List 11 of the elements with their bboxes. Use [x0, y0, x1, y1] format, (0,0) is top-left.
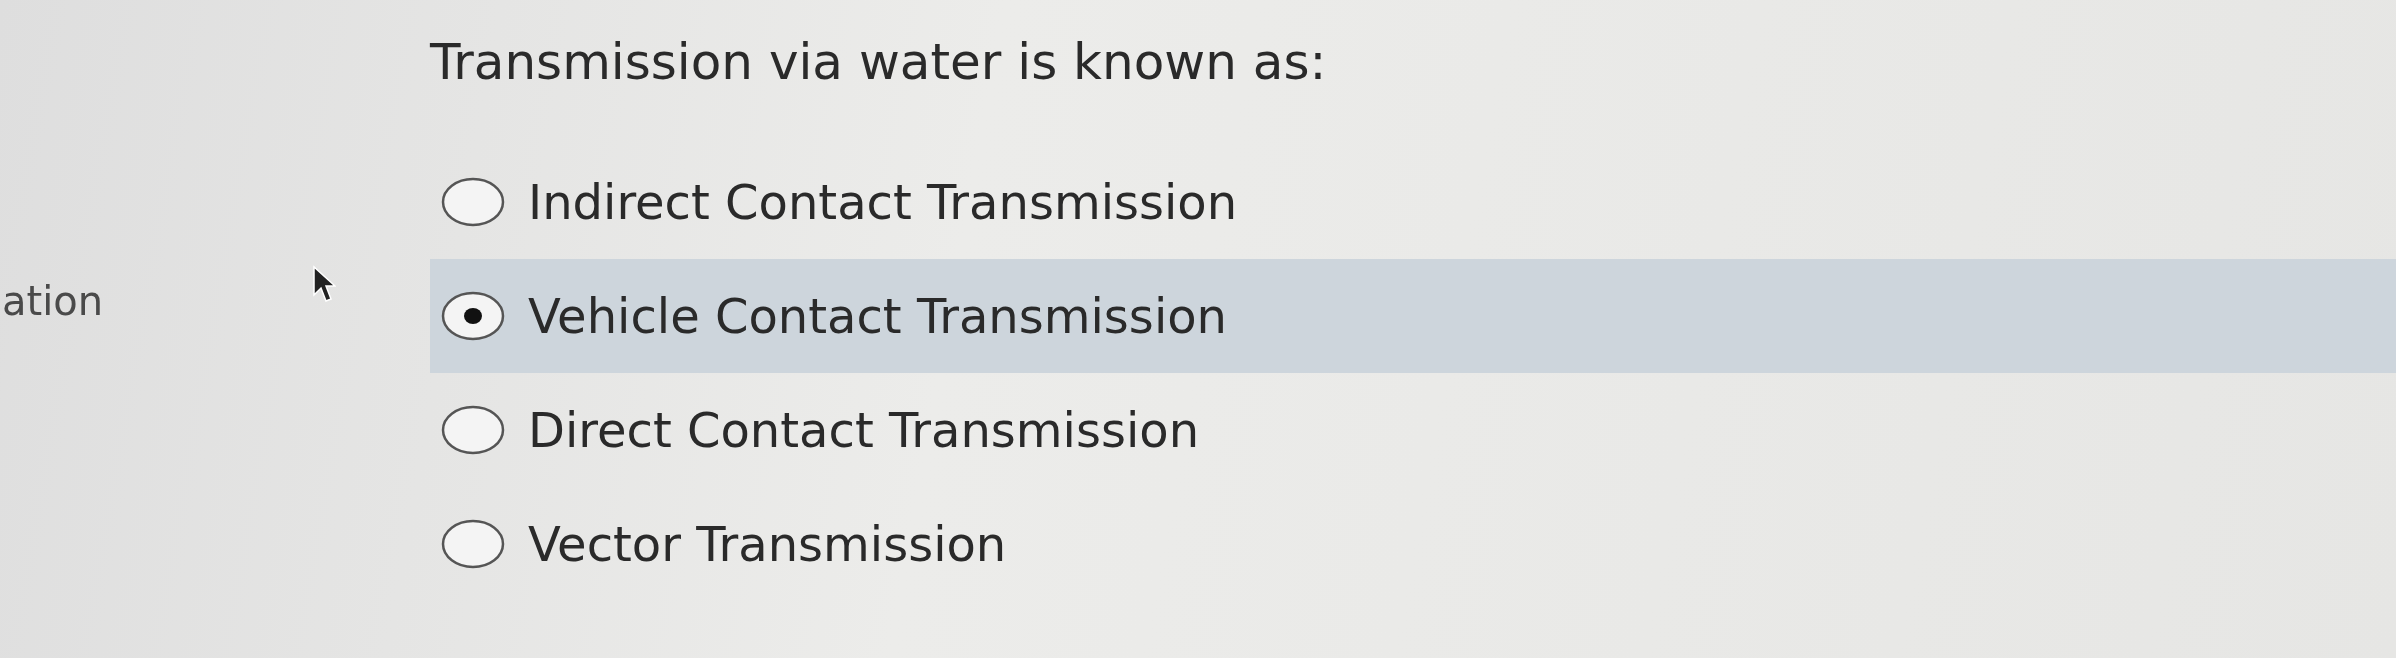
answer-option[interactable]: Vector Transmission	[430, 487, 2396, 601]
radio-button[interactable]	[440, 404, 506, 456]
cursor-icon	[312, 265, 336, 305]
answer-option[interactable]: Vehicle Contact Transmission	[430, 259, 2396, 373]
question-text: Transmission via water is known as:	[430, 32, 1327, 93]
radio-button[interactable]	[440, 176, 506, 228]
radio-button[interactable]	[440, 518, 506, 570]
radio-button[interactable]	[440, 290, 506, 342]
answer-option[interactable]: Indirect Contact Transmission	[430, 145, 2396, 259]
answer-option[interactable]: Direct Contact Transmission	[430, 373, 2396, 487]
side-label: ation	[2, 278, 104, 324]
